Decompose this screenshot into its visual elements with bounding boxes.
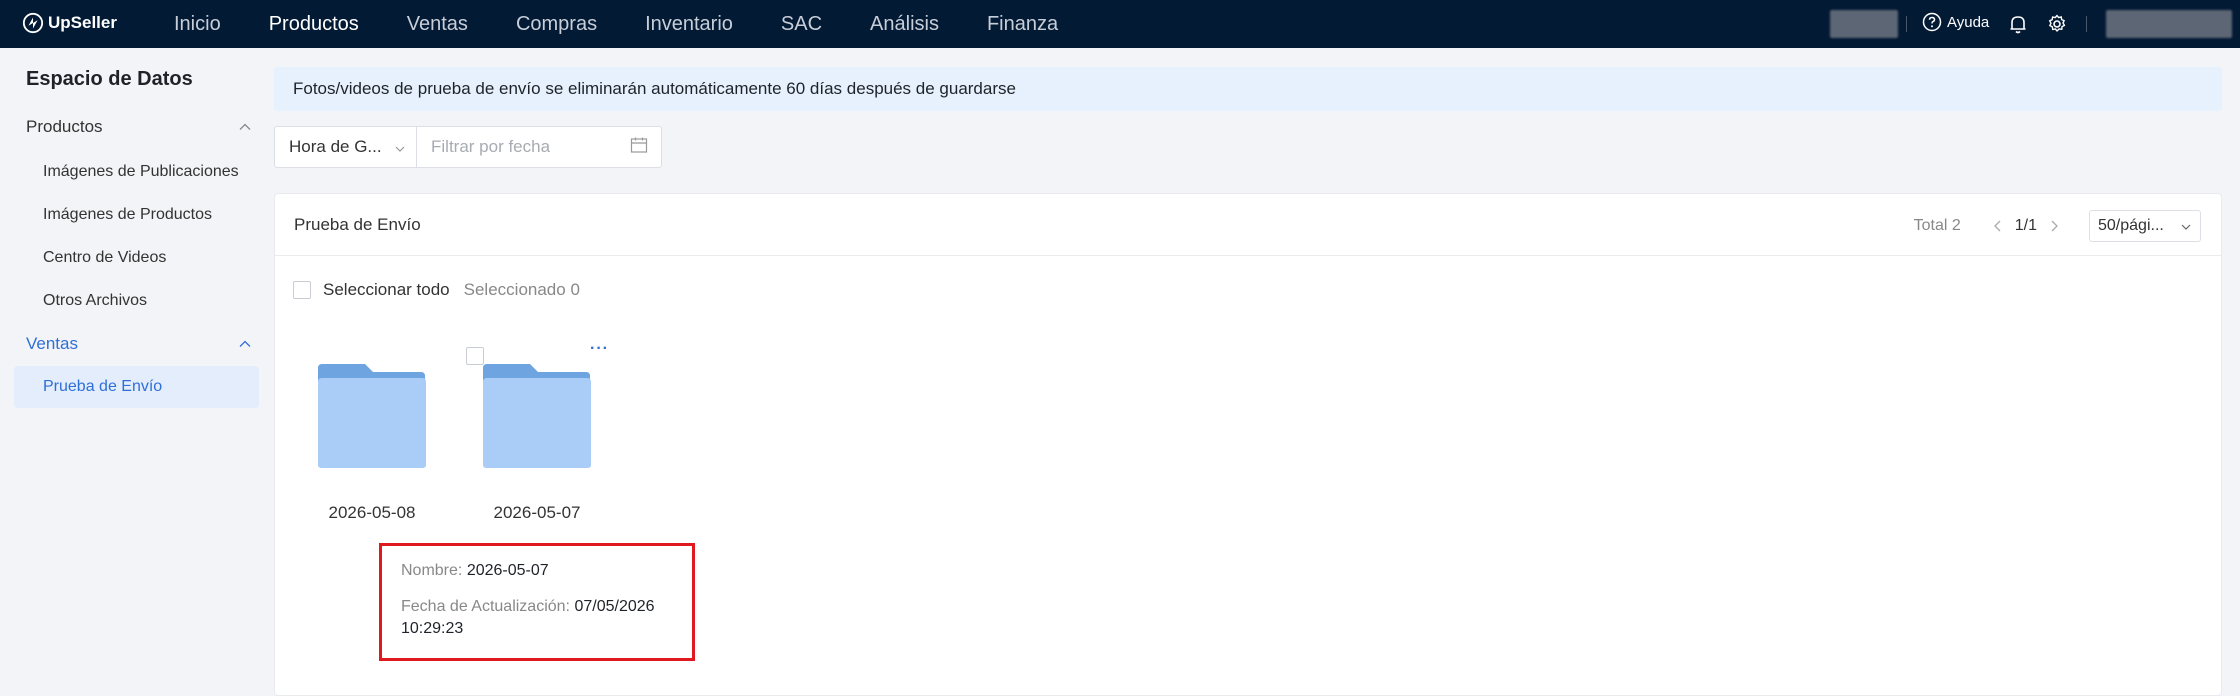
redacted-user-box[interactable] bbox=[2106, 10, 2232, 38]
chevron-right-icon[interactable] bbox=[2047, 219, 2061, 233]
page-indicator: 1/1 bbox=[2014, 217, 2037, 234]
main-nav: Inicio Productos Ventas Compras Inventar… bbox=[150, 0, 1082, 48]
sidebar: Espacio de Datos Productos Imágenes de P… bbox=[0, 48, 274, 696]
folder-name[interactable]: 2026-05-08 bbox=[302, 503, 442, 523]
date-filter-input[interactable]: Filtrar por fecha bbox=[417, 137, 661, 157]
tooltip-name-row: Nombre: 2026-05-07 bbox=[401, 560, 692, 582]
help-label: Ayuda bbox=[1947, 13, 1990, 31]
sidebar-item-centro-videos[interactable]: Centro de Videos bbox=[14, 237, 259, 279]
select-all-label[interactable]: Seleccionar todo bbox=[323, 280, 450, 300]
folder-more-menu[interactable]: ··· bbox=[590, 340, 609, 358]
sidebar-group-label: Productos bbox=[26, 117, 103, 136]
select-all-checkbox[interactable] bbox=[293, 281, 311, 299]
chevron-up-icon bbox=[239, 340, 251, 347]
tooltip-date-key: Fecha de Actualización: bbox=[401, 598, 570, 615]
sidebar-group-label: Ventas bbox=[26, 334, 78, 353]
nav-item-productos[interactable]: Productos bbox=[269, 13, 359, 36]
sidebar-item-otros-archivos[interactable]: Otros Archivos bbox=[14, 280, 259, 322]
nav-item-ventas[interactable]: Ventas bbox=[407, 13, 468, 36]
panel-title: Prueba de Envío bbox=[294, 215, 421, 234]
chevron-up-icon bbox=[239, 123, 251, 130]
pagination: Total 2 1/1 50/pági... bbox=[1914, 210, 2201, 242]
top-navbar: UpSeller Inicio Productos Ventas Compras… bbox=[0, 0, 2240, 48]
chevron-down-icon bbox=[2181, 224, 2191, 230]
redacted-account-box[interactable] bbox=[1830, 10, 1898, 38]
sidebar-group-ventas[interactable]: Ventas bbox=[26, 334, 252, 354]
page-size-value: 50/pági... bbox=[2098, 217, 2164, 234]
folder-icon[interactable] bbox=[317, 358, 427, 468]
tooltip-date-value-1: 07/05/2026 bbox=[574, 598, 655, 615]
folder-info-tooltip: Nombre: 2026-05-07 Fecha de Actualizació… bbox=[379, 543, 695, 661]
chevron-down-icon bbox=[395, 146, 405, 152]
chevron-left-icon[interactable] bbox=[1991, 219, 2005, 233]
date-filter-placeholder: Filtrar por fecha bbox=[431, 137, 551, 156]
folder-name[interactable]: 2026-05-07 bbox=[467, 503, 607, 523]
sidebar-item-imagenes-productos[interactable]: Imágenes de Productos bbox=[14, 194, 259, 236]
calendar-icon bbox=[630, 137, 648, 153]
tooltip-date-value-2: 10:29:23 bbox=[401, 620, 464, 637]
selected-count: Seleccionado 0 bbox=[463, 280, 580, 299]
sidebar-item-imagenes-publicaciones[interactable]: Imágenes de Publicaciones bbox=[14, 151, 259, 193]
nav-item-analisis[interactable]: Análisis bbox=[870, 13, 939, 36]
upseller-logo-icon bbox=[22, 12, 44, 34]
help-link[interactable]: Ayuda bbox=[1922, 12, 1989, 32]
time-type-value: Hora de G... bbox=[289, 137, 382, 156]
sidebar-title: Espacio de Datos bbox=[26, 68, 193, 90]
time-type-select[interactable]: Hora de G... bbox=[275, 127, 417, 167]
sidebar-item-prueba-envio[interactable]: Prueba de Envío bbox=[14, 366, 259, 408]
nav-item-sac[interactable]: SAC bbox=[781, 13, 822, 36]
info-notice: Fotos/videos de prueba de envío se elimi… bbox=[274, 67, 2222, 111]
page-size-select[interactable]: 50/pági... bbox=[2089, 210, 2201, 242]
nav-item-finanza[interactable]: Finanza bbox=[987, 13, 1058, 36]
nav-item-inicio[interactable]: Inicio bbox=[174, 13, 221, 36]
divider bbox=[2086, 16, 2087, 32]
select-all-row: Seleccionar todo Seleccionado 0 bbox=[293, 280, 580, 300]
nav-item-inventario[interactable]: Inventario bbox=[645, 13, 733, 36]
total-count: Total 2 bbox=[1913, 217, 1961, 234]
tooltip-date-row: Fecha de Actualización: 07/05/2026 10:29… bbox=[401, 596, 692, 640]
sidebar-group-productos[interactable]: Productos bbox=[26, 117, 252, 137]
gear-icon[interactable] bbox=[2046, 13, 2068, 35]
folder-icon[interactable] bbox=[482, 358, 592, 468]
filter-bar: Hora de G... Filtrar por fecha bbox=[274, 126, 662, 168]
help-icon bbox=[1922, 12, 1942, 32]
nav-item-compras[interactable]: Compras bbox=[516, 13, 597, 36]
tooltip-name-value: 2026-05-07 bbox=[466, 562, 549, 579]
brand-name: UpSeller bbox=[48, 13, 117, 32]
brand-logo[interactable]: UpSeller bbox=[22, 12, 117, 34]
tooltip-name-key: Nombre: bbox=[401, 562, 463, 579]
divider bbox=[1906, 16, 1907, 32]
bell-icon[interactable] bbox=[2008, 13, 2028, 35]
panel-header: Prueba de Envío Total 2 1/1 50/pági... bbox=[275, 194, 2221, 256]
